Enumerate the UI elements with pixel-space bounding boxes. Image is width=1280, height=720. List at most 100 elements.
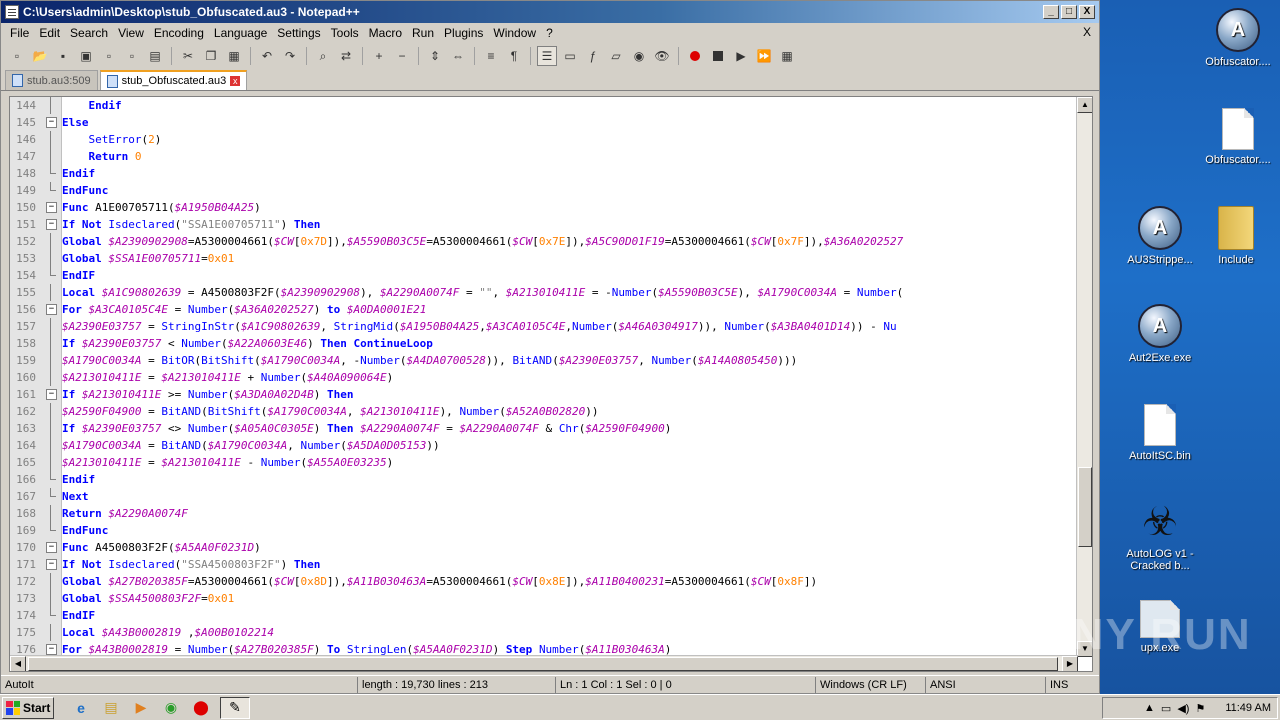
menu-edit[interactable]: Edit	[34, 26, 65, 40]
save-all-icon[interactable]: ▣	[76, 46, 96, 66]
code-editor[interactable]: 144 Endif145Else146 SetError(2)147 Retur…	[9, 96, 1093, 672]
tab-stub-obfuscated[interactable]: stub_Obfuscated.au3 x	[99, 70, 248, 90]
code-line[interactable]: 159 $A1790C0034A = BitOR(BitShift($A1790C…	[10, 352, 1078, 369]
desktop-icon-aut2exe[interactable]: A Aut2Exe.exe	[1120, 304, 1200, 364]
fold-marker-icon[interactable]	[40, 539, 62, 556]
menu-search[interactable]: Search	[65, 26, 113, 40]
sync-vertical-icon[interactable]: ⇕	[425, 46, 445, 66]
code-line[interactable]: 158 If $A2390E03757 < Number($A22A0603E46…	[10, 335, 1078, 352]
desktop-icon-obfuscator-1[interactable]: A Obfuscator....	[1198, 8, 1278, 68]
maximize-button[interactable]: □	[1061, 5, 1077, 19]
minimize-button[interactable]: _	[1043, 5, 1059, 19]
folder-workspace-icon[interactable]: ▱	[606, 46, 626, 66]
network-icon[interactable]: ▭	[1161, 702, 1171, 715]
play-macro-icon[interactable]: ▶	[731, 46, 751, 66]
code-line[interactable]: 155 Local $A1C90802639 = A4500803F2F($A23…	[10, 284, 1078, 301]
volume-icon[interactable]: ◀)	[1177, 702, 1189, 715]
scroll-up-icon[interactable]: ▲	[1077, 97, 1092, 113]
monitoring-icon[interactable]: ◉	[629, 46, 649, 66]
fold-marker-icon[interactable]	[40, 114, 62, 131]
menu-help[interactable]: ?	[541, 26, 558, 40]
menu-window[interactable]: Window	[488, 26, 541, 40]
code-lines[interactable]: 144 Endif145Else146 SetError(2)147 Retur…	[10, 97, 1078, 657]
code-line[interactable]: 172 Global $A27B020385F=A5300004661($CW[0…	[10, 573, 1078, 590]
record-macro-icon[interactable]	[685, 46, 705, 66]
menu-language[interactable]: Language	[209, 26, 272, 40]
stop-macro-icon[interactable]	[708, 46, 728, 66]
code-line[interactable]: 164 $A1790C0034A = BitAND($A1790C0034A, N…	[10, 437, 1078, 454]
redo-icon[interactable]: ↷	[280, 46, 300, 66]
stop-icon[interactable]: ⬤	[190, 697, 212, 719]
code-line[interactable]: 160 $A213010411E = $A213010411E + Number(…	[10, 369, 1078, 386]
menu-file[interactable]: File	[5, 26, 34, 40]
vertical-scroll-thumb[interactable]	[1078, 467, 1092, 547]
scroll-left-icon[interactable]: ◀	[10, 656, 26, 671]
save-macro-icon[interactable]: ▦	[777, 46, 797, 66]
code-line[interactable]: 167 Next	[10, 488, 1078, 505]
flag-icon[interactable]: ⚑	[1195, 702, 1205, 715]
code-line[interactable]: 163 If $A2390E03757 <> Number($A05A0C0305…	[10, 420, 1078, 437]
code-line[interactable]: 152 Global $A2390902908=A5300004661($CW[0…	[10, 233, 1078, 250]
find-icon[interactable]: ⌕	[313, 46, 333, 66]
document-map-icon[interactable]: ▭	[560, 46, 580, 66]
menu-plugins[interactable]: Plugins	[439, 26, 488, 40]
code-line[interactable]: 144 Endif	[10, 97, 1078, 114]
open-file-icon[interactable]: 📂	[30, 46, 50, 66]
word-wrap-icon[interactable]: ≡	[481, 46, 501, 66]
start-button[interactable]: Start	[2, 696, 54, 719]
fold-marker-icon[interactable]	[40, 556, 62, 573]
code-line[interactable]: 169 EndFunc	[10, 522, 1078, 539]
code-line[interactable]: 146 SetError(2)	[10, 131, 1078, 148]
undo-icon[interactable]: ↶	[257, 46, 277, 66]
menu-run[interactable]: Run	[407, 26, 439, 40]
code-line[interactable]: 166 Endif	[10, 471, 1078, 488]
function-list-icon[interactable]: ƒ	[583, 46, 603, 66]
horizontal-scroll-thumb[interactable]	[28, 657, 1058, 671]
internet-explorer-icon[interactable]: e	[70, 697, 92, 719]
copy-icon[interactable]: ❐	[201, 46, 221, 66]
code-line[interactable]: 168 Return $A2290A0074F	[10, 505, 1078, 522]
clock[interactable]: 11:49 AM	[1225, 702, 1271, 714]
save-icon[interactable]: ▪	[53, 46, 73, 66]
desktop-icon-autoitsc[interactable]: AutoItSC.bin	[1120, 404, 1200, 462]
code-line[interactable]: 149 EndFunc	[10, 182, 1078, 199]
notepadpp-task-icon[interactable]: ✎	[220, 696, 250, 719]
close-document-button[interactable]: X	[1083, 25, 1091, 39]
title-bar[interactable]: C:\Users\admin\Desktop\stub_Obfuscated.a…	[1, 1, 1099, 23]
code-line[interactable]: 174 EndIF	[10, 607, 1078, 624]
code-line[interactable]: 145 Else	[10, 114, 1078, 131]
code-line[interactable]: 162 $A2590F04900 = BitAND(BitShift($A1790…	[10, 403, 1078, 420]
code-line[interactable]: 170 Func A4500803F2F($A5AA0F0231D)	[10, 539, 1078, 556]
code-line[interactable]: 154 EndIF	[10, 267, 1078, 284]
code-line[interactable]: 175 Local $A43B0002819 ,$A00B0102214	[10, 624, 1078, 641]
close-all-icon[interactable]: ▫	[122, 46, 142, 66]
cut-icon[interactable]: ✂	[178, 46, 198, 66]
code-line[interactable]: 153 Global $SSA1E00705711=0x01	[10, 250, 1078, 267]
tab-stub-au3[interactable]: stub.au3:509	[5, 70, 98, 90]
new-file-icon[interactable]: ▫	[7, 46, 27, 66]
code-line[interactable]: 161 If $A213010411E >= Number($A3DA0A02D4…	[10, 386, 1078, 403]
run-macro-multiple-icon[interactable]: ⏩	[754, 46, 774, 66]
indent-guide-icon[interactable]: ☰	[537, 46, 557, 66]
desktop-icon-obfuscator-2[interactable]: Obfuscator....	[1198, 108, 1278, 166]
paste-icon[interactable]: ▦	[224, 46, 244, 66]
chrome-icon[interactable]: ◉	[160, 697, 182, 719]
code-line[interactable]: 147 Return 0	[10, 148, 1078, 165]
close-file-icon[interactable]: ▫	[99, 46, 119, 66]
tray-arrow-icon[interactable]: ▲	[1144, 702, 1155, 714]
vertical-scrollbar[interactable]: ▲ ▼	[1076, 97, 1092, 657]
tab-close-icon[interactable]: x	[230, 76, 241, 86]
fold-marker-icon[interactable]	[40, 301, 62, 318]
code-line[interactable]: 173 Global $SSA4500803F2F=0x01	[10, 590, 1078, 607]
code-line[interactable]: 148 Endif	[10, 165, 1078, 182]
zoom-in-icon[interactable]: +	[369, 46, 389, 66]
fold-marker-icon[interactable]	[40, 386, 62, 403]
desktop-icon-include[interactable]: Include	[1196, 206, 1276, 266]
desktop-icon-au3stripper[interactable]: A AU3Strippe...	[1120, 206, 1200, 266]
eye-icon[interactable]: 👁	[652, 46, 672, 66]
fold-marker-icon[interactable]	[40, 199, 62, 216]
media-player-icon[interactable]: ▶	[130, 697, 152, 719]
desktop-icon-autolog[interactable]: ☣ AutoLOG v1 - Cracked b...	[1120, 500, 1200, 572]
code-line[interactable]: 157 $A2390E03757 = StringInStr($A1C908026…	[10, 318, 1078, 335]
sync-horizontal-icon[interactable]: ⇔	[448, 46, 468, 66]
